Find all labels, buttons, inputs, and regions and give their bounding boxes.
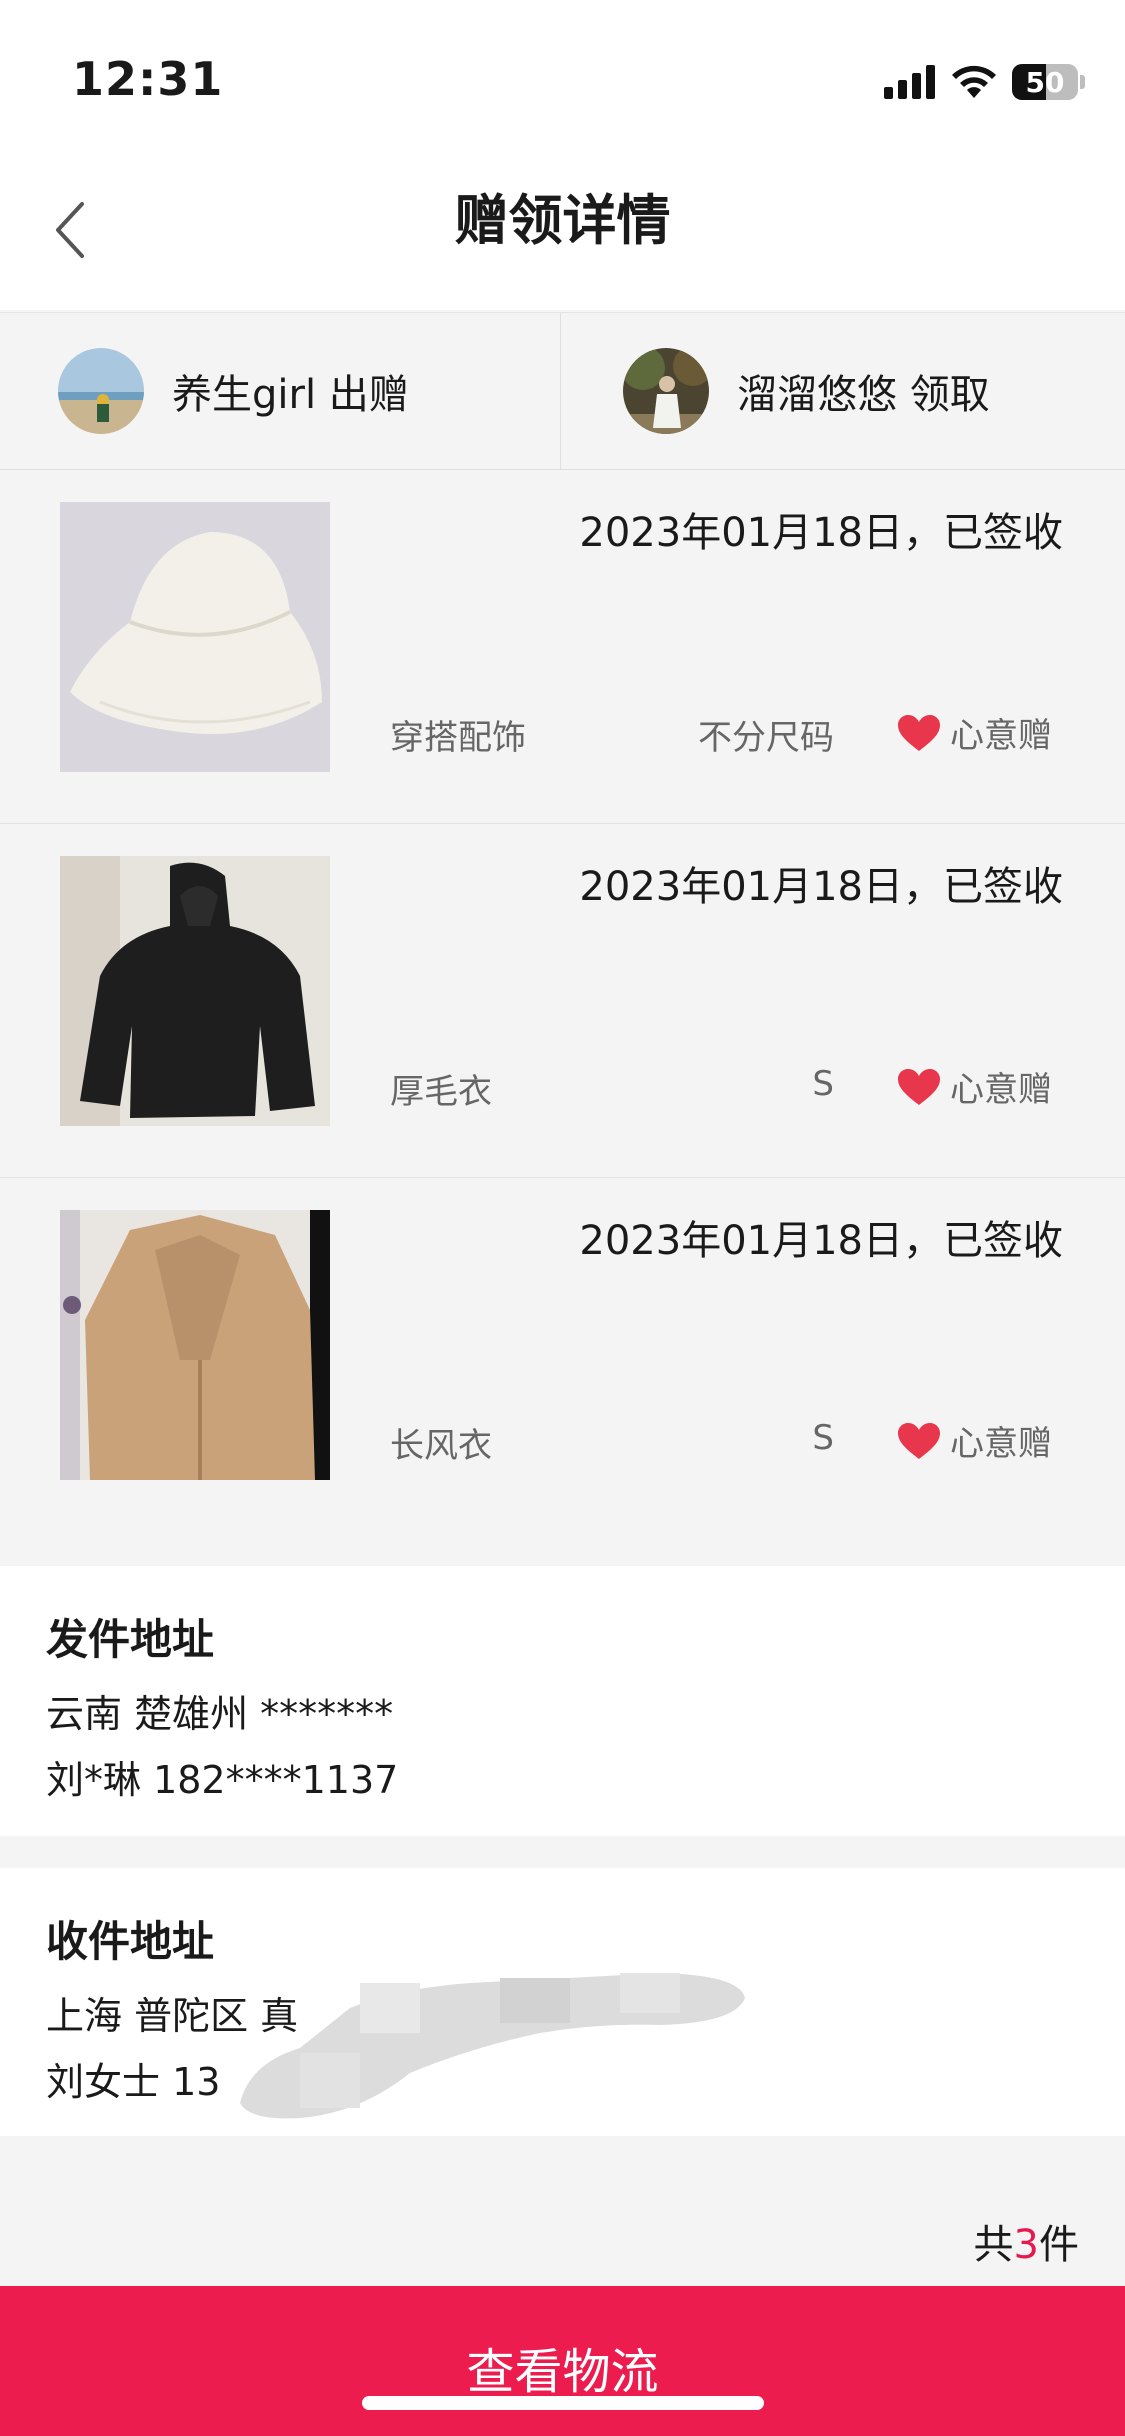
gift-type: 心意赠 <box>896 1416 1052 1465</box>
item-size: S <box>812 1418 834 1458</box>
sender-address-title: 发件地址 <box>46 1615 215 1664</box>
heart-icon <box>898 1068 940 1105</box>
back-button[interactable] <box>30 180 110 280</box>
item-image-trench-coat <box>60 1210 330 1480</box>
giver-avatar <box>58 348 144 434</box>
item-category: 长风衣 <box>390 1426 492 1466</box>
privacy-blur-mask <box>240 1953 760 2123</box>
gift-item[interactable]: 2023年01月18日，已签收 厚毛衣 S 心意赠 <box>0 824 1125 1178</box>
sender-address-card: 发件地址 云南 楚雄州 ******* 刘*琳 182****1137 <box>0 1566 1125 1836</box>
signal-icon <box>884 65 935 99</box>
status-icons: 50 <box>884 60 1085 104</box>
heart-icon <box>898 1422 940 1459</box>
giver-party[interactable]: 养生girl 出赠 <box>0 313 560 469</box>
wifi-icon <box>952 65 996 98</box>
receiver-avatar <box>623 348 709 434</box>
gift-type: 心意赠 <box>896 708 1052 757</box>
giver-label: 养生girl 出赠 <box>172 372 409 418</box>
item-category: 厚毛衣 <box>390 1072 492 1112</box>
gift-type-label: 心意赠 <box>950 716 1052 756</box>
status-bar: 12:31 50 <box>0 0 1125 150</box>
heart-icon <box>898 714 940 751</box>
receiver-party[interactable]: 溜溜悠悠 领取 <box>560 313 1125 469</box>
receiver-address-card: 收件地址 上海 普陀区 真 刘女士 13 <box>0 1868 1125 2136</box>
count-suffix: 件 <box>1039 2222 1079 2268</box>
count-prefix: 共 <box>973 2222 1014 2268</box>
item-image-sweater <box>60 856 330 1126</box>
gift-type: 心意赠 <box>896 1062 1052 1111</box>
view-logistics-button[interactable]: 查看物流 <box>0 2286 1125 2436</box>
parties-bar: 养生girl 出赠 溜溜悠悠 领取 <box>0 312 1125 470</box>
item-size: S <box>812 1064 834 1104</box>
battery-level: 50 <box>1025 65 1065 99</box>
sender-contact-line: 刘*琳 182****1137 <box>46 1758 399 1802</box>
item-date: 2023年01月18日，已签收 <box>579 510 1063 556</box>
receiver-label: 溜溜悠悠 领取 <box>737 372 990 418</box>
status-time: 12:31 <box>72 52 224 106</box>
nav-bar: 赠领详情 <box>0 150 1125 310</box>
item-image-hat <box>60 502 330 772</box>
item-date: 2023年01月18日，已签收 <box>579 1218 1063 1264</box>
item-count: 共3件 <box>974 2212 1079 2270</box>
gift-item[interactable]: 2023年01月18日，已签收 长风衣 S 心意赠 <box>0 1178 1125 1532</box>
battery-icon: 50 <box>1012 64 1085 100</box>
gift-type-label: 心意赠 <box>950 1070 1052 1110</box>
page-title: 赠领详情 <box>454 188 671 252</box>
chevron-left-icon <box>56 202 84 258</box>
item-category: 穿搭配饰 <box>390 718 526 758</box>
item-size: 不分尺码 <box>698 718 834 758</box>
gift-item[interactable]: 2023年01月18日，已签收 穿搭配饰 不分尺码 心意赠 <box>0 470 1125 824</box>
gift-type-label: 心意赠 <box>950 1424 1052 1464</box>
home-indicator <box>362 2396 764 2410</box>
sender-address-line: 云南 楚雄州 ******* <box>46 1692 394 1736</box>
item-date: 2023年01月18日，已签收 <box>579 864 1063 910</box>
count-number: 3 <box>1013 2222 1039 2268</box>
